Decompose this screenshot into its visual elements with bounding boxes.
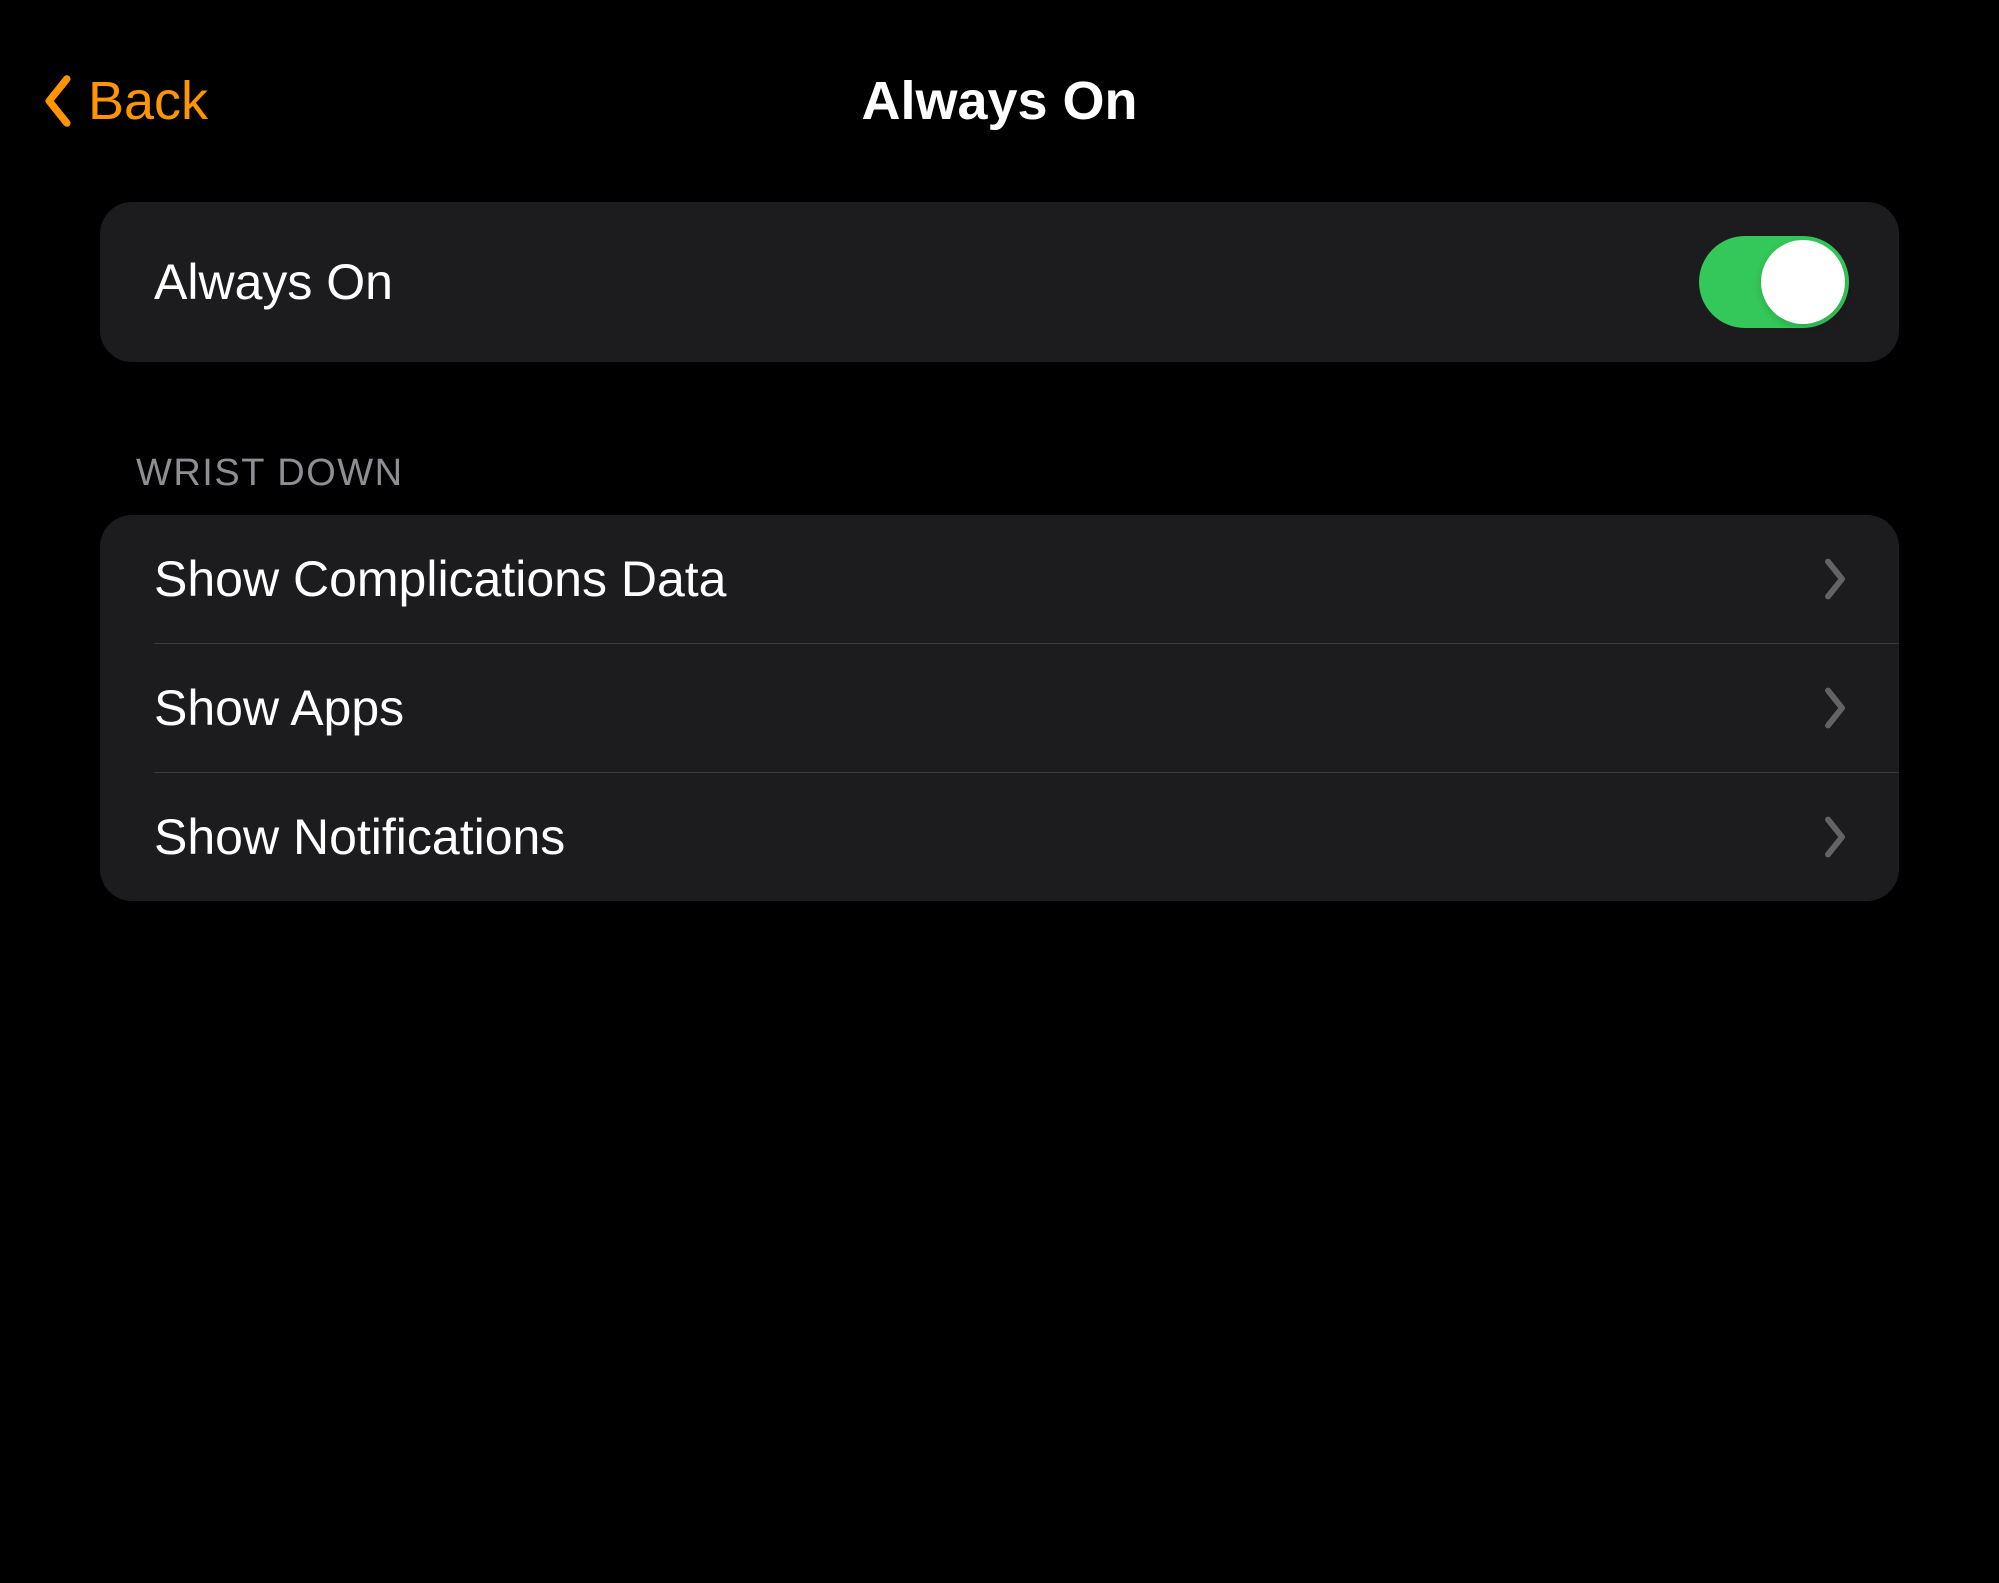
always-on-toggle[interactable] (1699, 236, 1849, 328)
chevron-right-icon (1821, 685, 1849, 731)
toggle-knob (1761, 240, 1845, 324)
back-button[interactable]: Back (40, 70, 208, 132)
page-title: Always On (861, 70, 1137, 132)
chevron-right-icon (1821, 556, 1849, 602)
content-area: Always On WRIST DOWN Show Complications … (0, 202, 1999, 901)
cell-group: Always On (100, 202, 1899, 362)
show-apps-row[interactable]: Show Apps (100, 644, 1899, 772)
cell-label: Show Complications Data (154, 550, 727, 608)
navigation-header: Back Always On (0, 0, 1999, 172)
back-label: Back (88, 70, 208, 132)
wrist-down-header: WRIST DOWN (100, 452, 1899, 515)
always-on-toggle-row: Always On (100, 202, 1899, 362)
cell-label: Show Apps (154, 679, 404, 737)
chevron-left-icon (40, 73, 76, 129)
always-on-label: Always On (154, 253, 393, 311)
cell-group: Show Complications Data Show Apps (100, 515, 1899, 901)
toggle-section: Always On (100, 202, 1899, 362)
cell-label: Show Notifications (154, 808, 565, 866)
show-notifications-row[interactable]: Show Notifications (100, 773, 1899, 901)
chevron-right-icon (1821, 814, 1849, 860)
wrist-down-section: WRIST DOWN Show Complications Data Show … (100, 452, 1899, 901)
show-complications-data-row[interactable]: Show Complications Data (100, 515, 1899, 643)
